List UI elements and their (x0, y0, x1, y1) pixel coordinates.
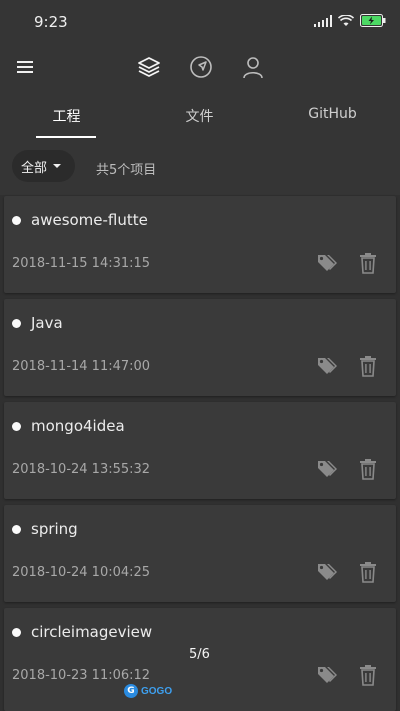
trash-icon[interactable] (359, 355, 377, 377)
tag-icon[interactable] (316, 252, 338, 274)
status-bar: 9:23 (0, 0, 400, 44)
tag-icon[interactable] (316, 561, 338, 583)
wifi-icon (337, 12, 355, 31)
watermark-logo: G GOGO (124, 684, 172, 698)
trash-icon[interactable] (359, 458, 377, 480)
signal-icon (314, 12, 332, 31)
tag-icon[interactable] (316, 664, 338, 686)
project-name: Java (31, 314, 63, 332)
app-bar (0, 44, 400, 90)
bullet-dot-icon (12, 216, 21, 225)
filter-dropdown[interactable]: 全部 (12, 150, 76, 182)
navigation-icon[interactable] (188, 54, 214, 80)
tab-bar: 工程 文件 GitHub (0, 96, 400, 140)
project-card[interactable]: mongo4idea 2018-10-24 13:55:32 (4, 402, 396, 499)
filter-bar: 全部 共5个项目 (0, 145, 400, 189)
project-date: 2018-10-24 10:04:25 (12, 565, 151, 580)
bullet-dot-icon (12, 319, 21, 328)
person-icon[interactable] (240, 54, 266, 80)
project-name: awesome-flutte (31, 211, 148, 229)
tab-github[interactable]: GitHub (266, 106, 399, 122)
battery-icon (360, 12, 386, 31)
tab-project[interactable]: 工程 (0, 106, 133, 126)
bullet-dot-icon (12, 525, 21, 534)
project-date: 2018-11-14 11:47:00 (12, 359, 151, 374)
trash-icon[interactable] (359, 561, 377, 583)
menu-icon[interactable] (14, 56, 36, 78)
tag-icon[interactable] (316, 355, 338, 377)
project-date: 2018-10-23 11:06:12 (12, 668, 151, 683)
project-name: mongo4idea (31, 417, 125, 435)
status-time: 9:23 (34, 13, 68, 31)
tag-icon[interactable] (316, 458, 338, 480)
trash-icon[interactable] (359, 252, 377, 274)
project-card[interactable]: spring 2018-10-24 10:04:25 (4, 505, 396, 602)
status-icons (314, 12, 386, 31)
filter-label: 全部 (21, 160, 48, 176)
tab-files[interactable]: 文件 (133, 106, 266, 126)
project-name: circleimageview (31, 623, 153, 641)
project-card[interactable]: awesome-flutte 2018-11-15 14:31:15 (4, 196, 396, 293)
watermark-icon: G (124, 684, 138, 698)
bullet-dot-icon (12, 628, 21, 637)
layers-icon[interactable] (136, 54, 162, 80)
project-name: spring (31, 520, 78, 538)
project-date: 2018-10-24 13:55:32 (12, 462, 151, 477)
watermark-text: GOGO (141, 685, 173, 697)
caret-down-icon (53, 164, 62, 168)
page-indicator: 5/6 (189, 647, 210, 662)
project-card[interactable]: Java 2018-11-14 11:47:00 (4, 299, 396, 396)
app-bar-nav (136, 54, 266, 80)
trash-icon[interactable] (359, 664, 377, 686)
tab-indicator (36, 136, 96, 138)
project-count: 共5个项目 (96, 163, 157, 178)
project-date: 2018-11-15 14:31:15 (12, 256, 151, 271)
bullet-dot-icon (12, 422, 21, 431)
